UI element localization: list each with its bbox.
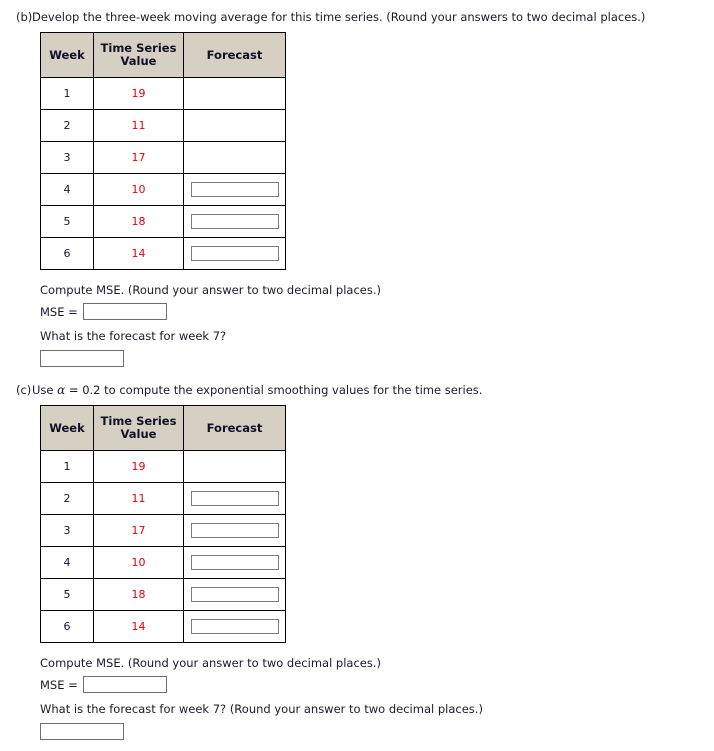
part-b-label: (b) <box>16 10 33 24</box>
table-row: 6 14 <box>40 237 286 270</box>
cell-time-series-value: 19 <box>93 450 184 483</box>
mse-label: MSE = <box>40 677 78 692</box>
cell-forecast <box>183 77 286 110</box>
forecast-input-week-5[interactable] <box>190 587 279 602</box>
part-c-section: (c) Use α = 0.2 to compute the exponenti… <box>0 383 714 740</box>
column-header-week: Week <box>40 405 94 451</box>
cell-forecast <box>183 578 286 611</box>
table-row: 2 11 <box>40 109 286 142</box>
column-header-value-line2: Value <box>120 427 157 441</box>
part-c-label: (c) <box>16 383 32 397</box>
cell-forecast <box>183 514 286 547</box>
table-row: 4 10 <box>40 173 286 206</box>
cell-time-series-value: 17 <box>93 514 184 547</box>
mse-input[interactable] <box>82 303 167 320</box>
table-row: 6 14 <box>40 610 286 643</box>
cell-time-series-value: 14 <box>93 610 184 643</box>
column-header-time-series-value: Time Series Value <box>93 32 184 78</box>
cell-forecast <box>183 173 286 206</box>
table-header-row: Week Time Series Value Forecast <box>40 32 286 78</box>
cell-forecast <box>183 482 286 515</box>
part-b-table: Week Time Series Value Forecast 1 19 2 1… <box>40 32 286 270</box>
cell-time-series-value: 10 <box>93 173 184 206</box>
column-header-forecast: Forecast <box>183 32 286 78</box>
table-row: 1 19 <box>40 77 286 110</box>
mse-label: MSE = <box>40 304 78 319</box>
cell-forecast <box>183 109 286 142</box>
table-row: 1 19 <box>40 450 286 483</box>
cell-forecast <box>183 205 286 238</box>
cell-time-series-value: 19 <box>93 77 184 110</box>
cell-time-series-value: 14 <box>93 237 184 270</box>
forecast-input-week-4[interactable] <box>190 182 279 197</box>
part-b-prompt-row: (b) Develop the three-week moving averag… <box>0 10 714 25</box>
part-c-prompt-before-alpha: Use <box>32 383 58 397</box>
column-header-forecast: Forecast <box>183 405 286 451</box>
part-b-section: (b) Develop the three-week moving averag… <box>0 10 714 367</box>
cell-time-series-value: 11 <box>93 482 184 515</box>
cell-week: 5 <box>40 205 94 238</box>
column-header-value-line2: Value <box>120 54 157 68</box>
cell-week: 4 <box>40 546 94 579</box>
column-header-week: Week <box>40 32 94 78</box>
cell-time-series-value: 11 <box>93 109 184 142</box>
part-c-forecast-row <box>40 723 714 740</box>
table-row: 5 18 <box>40 578 286 611</box>
part-c-prompt-row: (c) Use α = 0.2 to compute the exponenti… <box>0 383 714 398</box>
forecast-input-week-6[interactable] <box>190 246 279 261</box>
forecast-input-week-6[interactable] <box>190 619 279 634</box>
part-b-mse-row: MSE = <box>40 303 714 320</box>
mse-input[interactable] <box>82 676 167 693</box>
part-c-prompt: Use α = 0.2 to compute the exponential s… <box>32 383 714 398</box>
part-b-forecast-prompt: What is the forecast for week 7? <box>40 329 227 343</box>
forecast-input-week-4[interactable] <box>190 555 279 570</box>
cell-week: 3 <box>40 141 94 174</box>
table-row: 3 17 <box>40 141 286 174</box>
table-row: 2 11 <box>40 482 286 515</box>
table-row: 5 18 <box>40 205 286 238</box>
cell-week: 1 <box>40 450 94 483</box>
cell-week: 2 <box>40 109 94 142</box>
table-header-row: Week Time Series Value Forecast <box>40 405 286 451</box>
column-header-value-line1: Time Series <box>100 41 177 55</box>
part-b-prompt: Develop the three-week moving average fo… <box>32 10 646 24</box>
cell-week: 6 <box>40 237 94 270</box>
table-row: 3 17 <box>40 514 286 547</box>
part-b-mse-prompt: Compute MSE. (Round your answer to two d… <box>40 283 382 297</box>
cell-forecast <box>183 546 286 579</box>
part-c-prompt-after-alpha: = 0.2 to compute the exponential smoothi… <box>65 383 483 397</box>
forecast-input-week-5[interactable] <box>190 214 279 229</box>
cell-time-series-value: 17 <box>93 141 184 174</box>
forecast-input-week-3[interactable] <box>190 523 279 538</box>
part-c-forecast-prompt: What is the forecast for week 7? (Round … <box>40 702 483 716</box>
column-header-value-line1: Time Series <box>100 414 177 428</box>
part-b-forecast-row <box>40 350 714 367</box>
part-c-mse-prompt: Compute MSE. (Round your answer to two d… <box>40 656 382 670</box>
cell-time-series-value: 10 <box>93 546 184 579</box>
forecast-week-7-input[interactable] <box>40 723 124 740</box>
cell-forecast <box>183 450 286 483</box>
forecast-input-week-2[interactable] <box>190 491 279 506</box>
table-row: 4 10 <box>40 546 286 579</box>
part-c-table: Week Time Series Value Forecast 1 19 2 1… <box>40 405 286 643</box>
cell-week: 5 <box>40 578 94 611</box>
cell-week: 3 <box>40 514 94 547</box>
cell-forecast <box>183 237 286 270</box>
cell-forecast <box>183 610 286 643</box>
part-c-mse-row: MSE = <box>40 676 714 693</box>
cell-time-series-value: 18 <box>93 578 184 611</box>
column-header-time-series-value: Time Series Value <box>93 405 184 451</box>
cell-week: 4 <box>40 173 94 206</box>
forecast-week-7-input[interactable] <box>40 350 124 367</box>
cell-time-series-value: 18 <box>93 205 184 238</box>
cell-week: 2 <box>40 482 94 515</box>
cell-forecast <box>183 141 286 174</box>
cell-week: 6 <box>40 610 94 643</box>
cell-week: 1 <box>40 77 94 110</box>
